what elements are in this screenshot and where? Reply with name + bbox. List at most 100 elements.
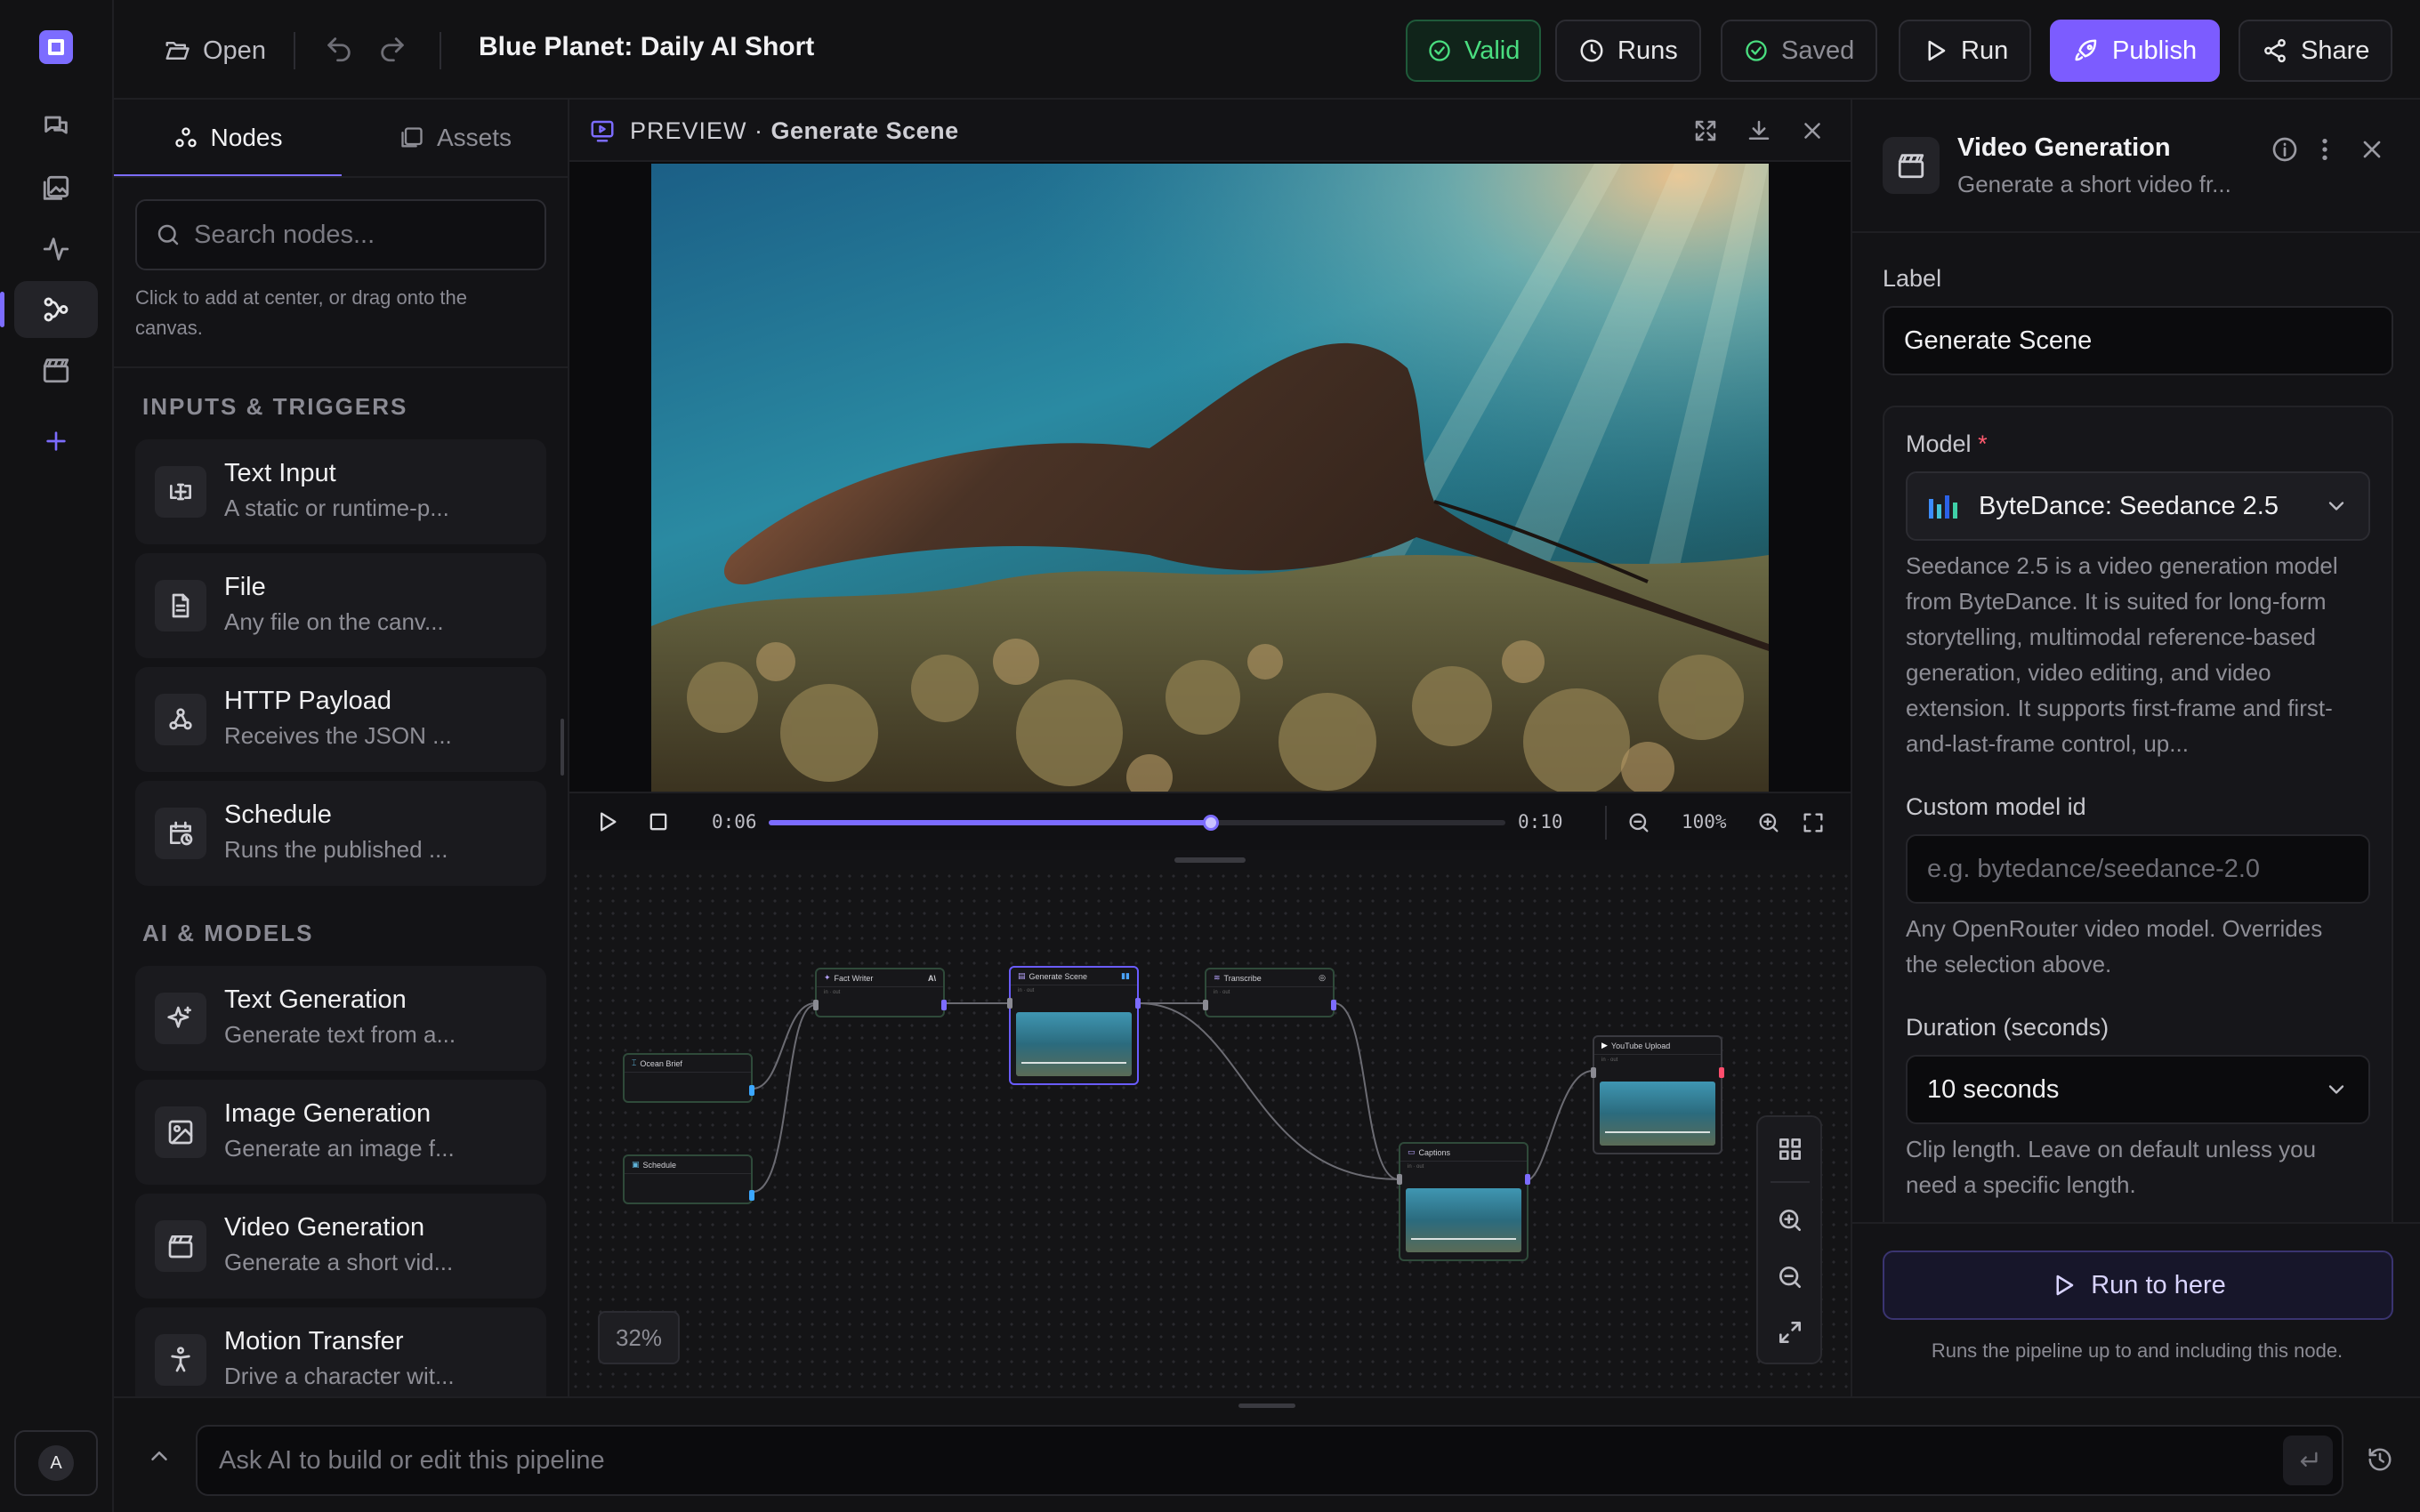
divider (114, 366, 569, 368)
close-icon[interactable] (1799, 117, 1826, 144)
send-button[interactable] (2283, 1436, 2333, 1485)
input-port[interactable] (1203, 1000, 1208, 1010)
clapperboard-icon (1883, 137, 1940, 194)
user-avatar-button[interactable]: A (14, 1430, 98, 1496)
model-description-line: Seedance 2.5 is a video generation model (1906, 552, 2338, 579)
rail-add-button[interactable] (14, 413, 98, 470)
node-item-motion-transfer[interactable]: Motion Transfer Drive a character wit... (135, 1307, 546, 1396)
pipeline-canvas[interactable]: ⌶ Ocean Brief ▣ Schedule ✦ Fact Writer A\ in… (569, 870, 1851, 1396)
app-logo[interactable] (39, 30, 73, 64)
node-item-title: HTTP Payload (224, 687, 392, 715)
canvas-node-label: Generate Scene (1028, 971, 1088, 981)
input-port[interactable] (1007, 998, 1012, 1009)
grid-icon[interactable] (1776, 1135, 1804, 1163)
label-input[interactable]: Generate Scene (1883, 306, 2393, 375)
node-item-text-generation[interactable]: Text Generation Generate text from a... (135, 966, 546, 1071)
valid-badge[interactable]: Valid (1406, 20, 1542, 82)
ai-prompt-input[interactable]: Ask AI to build or edit this pipeline (196, 1425, 2343, 1496)
preview-title: PREVIEW · Generate Scene (630, 117, 959, 144)
output-port[interactable] (749, 1085, 754, 1096)
resize-handle[interactable] (1238, 1403, 1295, 1408)
zoom-out-icon[interactable] (1626, 810, 1651, 835)
output-port[interactable] (1719, 1067, 1724, 1078)
divider (1605, 806, 1607, 840)
model-select[interactable]: ByteDance: Seedance 2.5 (1906, 471, 2370, 541)
model-description-line: and-last-frame control, up... (1906, 730, 2189, 757)
share-button[interactable]: Share (2238, 20, 2393, 82)
rail-pipelines-button[interactable] (14, 281, 98, 338)
node-library-panel: Nodes Assets Search nodes... Click to ad… (114, 100, 569, 1396)
rail-chat-button[interactable] (14, 98, 98, 155)
input-port[interactable] (813, 1000, 819, 1010)
canvas-node-ocean-brief[interactable]: ⌶ Ocean Brief (623, 1053, 754, 1103)
stop-icon[interactable] (646, 809, 671, 834)
rail-activity-button[interactable] (14, 221, 98, 277)
canvas-node-transcribe[interactable]: ≋ Transcribe ◎ in · out (1203, 968, 1336, 1017)
seek-bar[interactable] (769, 815, 1505, 831)
close-icon[interactable] (2358, 135, 2386, 164)
node-item-text-input[interactable]: Text Input A static or runtime-p... (135, 439, 546, 544)
canvas-node-generate-scene[interactable]: ▤ Generate Scene ▮▮ in · out (1007, 966, 1141, 1085)
node-item-desc: Generate a short vid... (224, 1249, 454, 1275)
node-item-desc: Any file on the canv... (224, 608, 444, 635)
panel-scrollbar[interactable] (561, 719, 564, 776)
node-item-video-generation[interactable]: Video Generation Generate a short vid... (135, 1194, 546, 1299)
info-icon[interactable] (2271, 135, 2299, 164)
node-item-schedule[interactable]: Schedule Runs the published ... (135, 781, 546, 886)
duration-help-line: Clip length. Leave on default unless you (1906, 1136, 2317, 1162)
download-icon[interactable] (1746, 117, 1772, 144)
undo-button[interactable] (324, 34, 354, 64)
clock-icon (1580, 39, 1603, 62)
node-item-image-generation[interactable]: Image Generation Generate an image f... (135, 1080, 546, 1185)
pipeline-title[interactable]: Blue Planet: Daily AI Short (479, 32, 814, 62)
model-description-line: storytelling, multimodal reference-based (1906, 623, 2316, 650)
seek-handle[interactable] (1202, 815, 1219, 831)
output-port[interactable] (1525, 1174, 1530, 1185)
node-item-file[interactable]: File Any file on the canv... (135, 553, 546, 658)
runs-button[interactable]: Runs (1555, 20, 1701, 82)
search-input[interactable]: Search nodes... (135, 199, 546, 270)
open-button[interactable]: Open (141, 20, 289, 82)
input-port[interactable] (1397, 1174, 1402, 1185)
duration-time: 0:10 (1518, 811, 1563, 832)
canvas-node-schedule[interactable]: ▣ Schedule (623, 1154, 754, 1204)
output-port[interactable] (749, 1190, 754, 1201)
expand-icon[interactable] (1692, 117, 1719, 144)
input-port[interactable] (1591, 1067, 1596, 1078)
tab-nodes[interactable]: Nodes (114, 100, 342, 176)
play-icon[interactable] (594, 809, 619, 834)
canvas-node-fact-writer[interactable]: ✦ Fact Writer A\ in · out (813, 968, 947, 1017)
resize-handle[interactable] (1174, 857, 1246, 863)
more-options-icon[interactable] (2317, 135, 2333, 164)
publish-button[interactable]: Publish (2050, 20, 2221, 82)
check-circle-icon (1429, 40, 1450, 61)
resize-bar[interactable] (569, 850, 1851, 870)
custom-model-input[interactable]: e.g. bytedance/seedance-2.0 (1906, 834, 2370, 904)
node-item-desc: Generate text from a... (224, 1021, 456, 1048)
run-to-here-button[interactable]: Run to here (1883, 1251, 2393, 1320)
node-item-http-payload[interactable]: HTTP Payload Receives the JSON ... (135, 667, 546, 772)
image-icon (155, 1106, 206, 1158)
output-port[interactable] (1135, 998, 1141, 1009)
canvas-node-label: Transcribe (1223, 973, 1262, 983)
zoom-in-icon[interactable] (1776, 1206, 1804, 1235)
tab-assets[interactable]: Assets (342, 100, 569, 176)
history-icon[interactable] (2367, 1446, 2393, 1473)
output-port[interactable] (1331, 1000, 1336, 1010)
duration-select[interactable]: 10 seconds (1906, 1055, 2370, 1124)
video-frame[interactable] (651, 164, 1769, 792)
run-button[interactable]: Run (1899, 20, 2032, 82)
fullscreen-icon[interactable] (1801, 810, 1826, 835)
edge (1524, 1070, 1593, 1182)
redo-button[interactable] (377, 34, 407, 64)
fit-view-icon[interactable] (1776, 1318, 1804, 1347)
zoom-out-icon[interactable] (1776, 1263, 1804, 1291)
rail-gallery-button[interactable] (14, 160, 98, 217)
rail-clips-button[interactable] (14, 342, 98, 398)
output-port[interactable] (941, 1000, 947, 1010)
canvas-node-youtube-upload[interactable]: ▶ YouTube Upload in · out (1591, 1035, 1724, 1154)
canvas-node-captions[interactable]: ▭ Captions in · out (1397, 1142, 1530, 1261)
chevron-up-icon[interactable] (146, 1443, 173, 1469)
model-description-line: generation, video editing, and video (1906, 659, 2271, 686)
zoom-in-icon[interactable] (1756, 810, 1781, 835)
